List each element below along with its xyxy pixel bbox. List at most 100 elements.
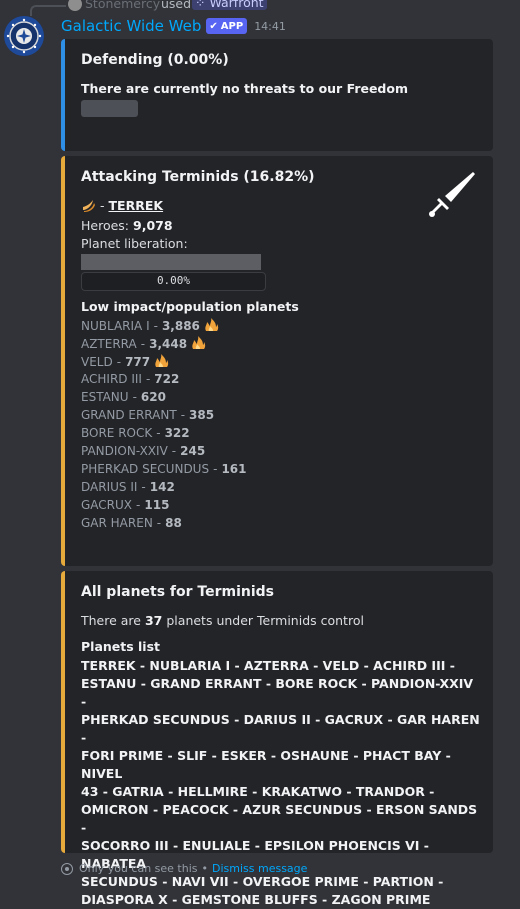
planet-count-row: There are 37 planets under Terminids con… <box>81 613 364 628</box>
planets-list-line: DIASPORA X - GEMSTONE BLUFFS - ZAGON PRI… <box>81 892 431 907</box>
planet-player-count: 322 <box>164 426 190 440</box>
planet-player-count: 142 <box>149 480 175 494</box>
planet-name: AZTERRA <box>81 337 137 351</box>
planet-name: PHERKAD SECUNDUS <box>81 462 210 476</box>
ephemeral-footer: Only you can see this • Dismiss message <box>61 862 307 875</box>
low-impact-planet-item: GRAND ERRANT -385 <box>81 408 214 422</box>
app-tag: ✔ APP <box>206 18 248 34</box>
low-impact-title: Low impact/population planets <box>81 299 299 314</box>
planet-name: PANDION-XXIV <box>81 444 168 458</box>
ephemeral-text: Only you can see this <box>79 862 198 875</box>
planet-player-count: 3,448 <box>149 337 188 351</box>
low-impact-planet-item: GAR HAREN -88 <box>81 516 182 530</box>
planets-list-line: ESTANU - GRAND ERRANT - BORE ROCK - PAND… <box>81 676 474 709</box>
defending-embed: Defending (0.00%) There are currently no… <box>61 39 493 151</box>
bot-avatar[interactable] <box>4 16 44 56</box>
attacking-title: Attacking Terminids (16.82%) <box>81 169 315 185</box>
planet-separator: - <box>171 444 177 458</box>
footer-separator: • <box>201 862 209 875</box>
defending-text: There are currently no threats to our Fr… <box>81 81 408 96</box>
fire-icon <box>205 318 219 331</box>
planet-name: GACRUX <box>81 498 133 512</box>
low-impact-planet-item: ESTANU -620 <box>81 390 166 404</box>
attacking-embed: Attacking Terminids (16.82%) - TERREK He… <box>61 156 493 566</box>
planet-separator: - <box>132 390 137 404</box>
planet-name: GRAND ERRANT <box>81 408 177 422</box>
liberation-percent: 0.00% <box>81 272 266 291</box>
planet-player-count: 620 <box>140 390 166 404</box>
planet-count-suffix: planets under Terminids control <box>166 613 364 628</box>
planets-list-line: FORI PRIME - SLIF - ESKER - OSHAUNE - PH… <box>81 748 451 781</box>
planet-name: GAR HAREN <box>81 516 153 530</box>
planet-player-count: 88 <box>165 516 182 530</box>
planet-separator: - <box>100 198 105 213</box>
planet-name: NUBLARIA I <box>81 319 150 333</box>
reply-used-text: used <box>161 0 192 11</box>
app-tag-label: APP <box>220 20 244 32</box>
liberation-label: Planet liberation: <box>81 236 188 251</box>
planet-name: ACHIRD III <box>81 372 142 386</box>
planet-player-count: 3,886 <box>161 319 200 333</box>
planets-list-line: OMICRON - PEACOCK - AZUR SECUNDUS - ERSO… <box>81 802 478 835</box>
reply-command[interactable]: ⁘ Warfront <box>192 0 267 10</box>
planet-player-count: 385 <box>189 408 215 422</box>
target-planet-row: - TERREK <box>81 198 163 213</box>
planets-list-title: Planets list <box>81 639 161 654</box>
bot-avatar-emblem-icon <box>4 16 44 56</box>
planet-separator: - <box>180 408 186 422</box>
bot-name[interactable]: Galactic Wide Web <box>61 17 201 35</box>
low-impact-planet-item: AZTERRA -3,448 <box>81 336 206 351</box>
all-planets-embed: All planets for Terminids There are 37 p… <box>61 571 493 907</box>
planet-player-count: 161 <box>221 462 247 476</box>
planet-player-count: 722 <box>154 372 180 386</box>
all-planets-title: All planets for Terminids <box>81 584 275 600</box>
heroes-count: 9,078 <box>133 218 173 233</box>
eye-icon <box>61 862 73 875</box>
planet-separator: - <box>145 372 151 386</box>
planets-list-line: PHERKAD SECUNDUS - DARIUS II - GACRUX - … <box>81 712 480 745</box>
planets-list-line: TERREK - NUBLARIA I - AZTERRA - VELD - A… <box>81 658 455 673</box>
defending-spoiler-placeholder[interactable] <box>81 100 138 117</box>
planet-name: VELD <box>81 355 113 369</box>
fire-icon <box>192 336 206 349</box>
reply-user-avatar <box>68 0 82 11</box>
reply-command-label: Warfront <box>209 0 264 10</box>
planet-player-count: 777 <box>125 355 151 369</box>
low-impact-planet-item: VELD -777 <box>81 354 169 369</box>
low-impact-planet-item: PANDION-XXIV -245 <box>81 444 205 458</box>
dismiss-message-link[interactable]: Dismiss message <box>212 862 307 875</box>
terminid-faction-icon <box>83 200 95 212</box>
planet-separator: - <box>153 319 158 333</box>
planet-separator: - <box>141 480 146 494</box>
verified-check-icon: ✔ <box>209 20 218 32</box>
low-impact-planet-item: PHERKAD SECUNDUS -161 <box>81 462 247 476</box>
planet-separator: - <box>156 516 162 530</box>
low-impact-planet-item: DARIUS II -142 <box>81 480 175 494</box>
planet-separator: - <box>213 462 218 476</box>
fire-icon <box>155 354 169 367</box>
slash-command-icon: ⁘ <box>195 0 210 10</box>
planet-player-count: 115 <box>144 498 170 512</box>
planet-separator: - <box>136 498 141 512</box>
message-timestamp[interactable]: 14:41 <box>254 20 286 33</box>
low-impact-planet-item: ACHIRD III -722 <box>81 372 179 386</box>
defending-title: Defending (0.00%) <box>81 52 229 68</box>
low-impact-planet-item: BORE ROCK -322 <box>81 426 190 440</box>
heroes-label: Heroes: <box>81 218 130 233</box>
planet-count: 37 <box>144 613 163 628</box>
planet-name: BORE ROCK <box>81 426 153 440</box>
planet-name: ESTANU <box>81 390 129 404</box>
liberation-progress-bar <box>81 254 261 270</box>
planet-player-count: 245 <box>180 444 206 458</box>
sword-icon <box>429 172 475 217</box>
reply-username[interactable]: Stonemercy <box>85 0 160 11</box>
heroes-row: Heroes: 9,078 <box>81 218 173 233</box>
target-planet-name[interactable]: TERREK <box>109 198 164 213</box>
planets-list-line: SECUNDUS - NAVI VII - OVERGOE PRIME - PA… <box>81 874 444 889</box>
planet-count-prefix: There are <box>81 613 141 628</box>
planet-separator: - <box>156 426 161 440</box>
message-header: Galactic Wide Web ✔ APP 14:41 <box>61 15 286 37</box>
planet-separator: - <box>116 355 122 369</box>
planet-separator: - <box>140 337 146 351</box>
planet-name: DARIUS II <box>81 480 138 494</box>
